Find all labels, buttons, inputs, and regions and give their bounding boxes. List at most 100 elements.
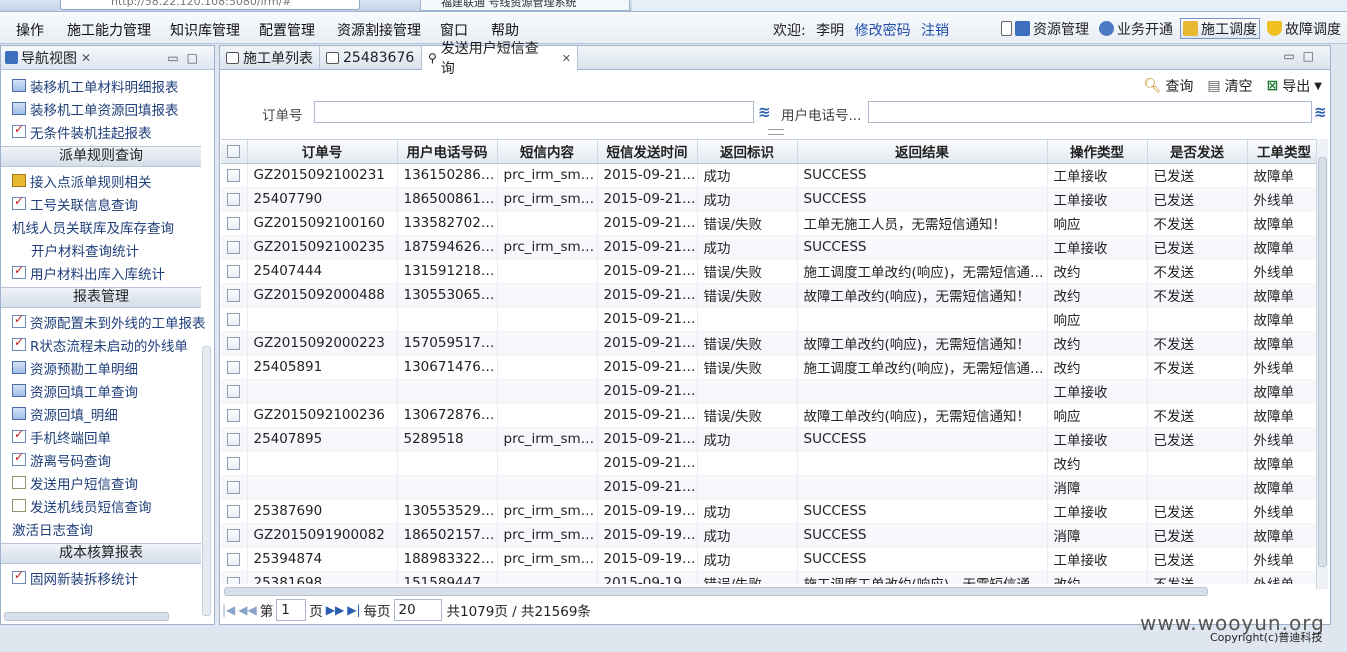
row-checkbox[interactable] — [221, 427, 248, 452]
address-bar[interactable]: http://58.22.120.108:5080/irm/# — [60, 0, 360, 10]
column-header[interactable]: 订单号 — [247, 140, 398, 164]
column-header[interactable]: 是否发送 — [1147, 140, 1248, 164]
row-checkbox[interactable] — [221, 235, 248, 260]
tab-construction-list[interactable]: 施工单列表 — [220, 46, 320, 70]
row-checkbox[interactable] — [221, 499, 248, 524]
browser-tab[interactable]: 福建联通 号线资源管理系统 — [420, 0, 630, 11]
table-row[interactable]: 254078955289518prc_irm_sms_i...2015-09-2… — [221, 427, 1317, 452]
menu-config[interactable]: 配置管理 — [259, 20, 315, 40]
grid-horizontal-scrollbar[interactable] — [224, 587, 1208, 596]
column-header[interactable]: 短信发送时间 — [597, 140, 698, 164]
resource-mgmt-button[interactable]: 资源管理 — [998, 18, 1092, 39]
page-input[interactable]: 1 — [276, 599, 307, 621]
table-row[interactable]: GZ201509190008218650215737prc_irm_sms_i.… — [221, 523, 1317, 548]
table-row[interactable]: 2538769013055352969prc_irm_sms_i...2015-… — [221, 499, 1317, 524]
row-checkbox[interactable] — [221, 523, 248, 548]
row-checkbox[interactable] — [221, 403, 248, 428]
operator-icon[interactable]: ≋ — [758, 103, 771, 121]
next-page-icon[interactable]: ▶▶ — [326, 603, 344, 617]
column-header[interactable]: 用户电话号码 — [397, 140, 498, 164]
table-row[interactable]: GZ2015092100236 13067287699 2015-09-21 ...… — [221, 403, 1317, 428]
column-header[interactable]: 操作类型 — [1047, 140, 1148, 164]
row-checkbox[interactable] — [221, 571, 248, 584]
row-checkbox[interactable] — [221, 475, 248, 500]
menu-knowledge[interactable]: 知识库管理 — [170, 20, 240, 40]
table-row[interactable]: GZ201509210023113615028639prc_irm_sms_i.… — [221, 163, 1317, 188]
table-row[interactable]: 25405891 13067147688 2015-09-21 ... 错误/失败 施工… — [221, 355, 1317, 380]
row-checkbox[interactable] — [221, 163, 248, 188]
nav-item[interactable]: 资源回填工单查询 — [1, 379, 214, 402]
service-open-button[interactable]: 业务开通 — [1096, 18, 1176, 39]
row-checkbox[interactable] — [221, 259, 248, 284]
table-row[interactable]: GZ2015092000223 15705951729 2015-09-21 ...… — [221, 331, 1317, 356]
scroll-thumb[interactable] — [1318, 157, 1327, 567]
clear-button[interactable]: ▤ 清空 — [1207, 76, 1252, 96]
per-page-input[interactable]: 20 — [393, 599, 442, 621]
column-header[interactable]: 工单类型 — [1247, 140, 1317, 164]
table-row[interactable]: 2015-09-21 ... 工单接收 故障单 — [221, 379, 1317, 404]
nav-item[interactable]: 装移机工单资源回填报表 — [1, 97, 214, 120]
row-checkbox[interactable] — [221, 547, 248, 572]
row-checkbox[interactable] — [221, 187, 248, 212]
select-all-checkbox[interactable] — [221, 140, 248, 164]
column-header[interactable]: 返回结果 — [797, 140, 1048, 164]
nav-item[interactable]: 装移机工单材料明细报表 — [1, 74, 214, 97]
nav-horizontal-scrollbar[interactable] — [4, 612, 169, 621]
user-phone-input[interactable] — [868, 101, 1312, 123]
menu-help[interactable]: 帮助 — [491, 20, 519, 40]
row-checkbox[interactable] — [221, 355, 248, 380]
table-row[interactable]: 2015-09-21 ... 消障 故障单 — [221, 475, 1317, 500]
prev-page-icon[interactable]: ◀◀ — [238, 603, 256, 617]
nav-item[interactable]: R状态流程未启动的外线单 — [1, 333, 214, 356]
change-password-link[interactable]: 修改密码 — [855, 23, 911, 39]
row-checkbox[interactable] — [221, 331, 248, 356]
row-checkbox[interactable] — [221, 283, 248, 308]
nav-item[interactable]: 用户材料出库入库统计 — [1, 261, 214, 284]
nav-section-dispatch-rules[interactable]: 派单规则查询 — [1, 146, 201, 167]
nav-vertical-scrollbar[interactable] — [202, 346, 211, 616]
row-checkbox[interactable] — [221, 379, 248, 404]
nav-item[interactable]: 接入点派单规则相关 — [1, 169, 214, 192]
table-row[interactable]: 2015-09-21 ... 响应 故障单 — [221, 307, 1317, 332]
nav-item[interactable]: 开户材料查询统计 — [1, 238, 214, 261]
menu-cutover[interactable]: 资源割接管理 — [337, 20, 421, 40]
first-page-icon[interactable]: |◀ — [222, 603, 235, 617]
close-icon[interactable]: ✕ — [81, 51, 91, 65]
query-button[interactable]: 🔍︎ 查询 — [1144, 76, 1194, 96]
nav-section-cost[interactable]: 成本核算报表 — [1, 543, 201, 564]
nav-item[interactable]: 无条件装机挂起报表 — [1, 120, 214, 143]
table-row[interactable]: 2539487418898332288prc_irm_sms_i...2015-… — [221, 547, 1317, 572]
column-header[interactable]: 短信内容 — [497, 140, 598, 164]
nav-item[interactable]: 手机终端回单 — [1, 425, 214, 448]
table-row[interactable]: 25407444 13159121861 2015-09-21 ... 错误/失败 施工… — [221, 259, 1317, 284]
nav-item[interactable]: 工号关联信息查询 — [1, 192, 214, 215]
nav-item[interactable]: 发送用户短信查询 — [1, 471, 214, 494]
last-page-icon[interactable]: ▶| — [347, 603, 360, 617]
table-row[interactable]: 2538169815158944776 2015-09-19 ...错误/失败施工… — [221, 571, 1317, 584]
table-row[interactable]: GZ201509210023518759462653prc_irm_sms_i.… — [221, 235, 1317, 260]
operator-icon[interactable]: ≋ — [1314, 103, 1327, 121]
menu-operate[interactable]: 操作 — [16, 20, 44, 40]
row-checkbox[interactable] — [221, 451, 248, 476]
close-icon[interactable]: ✕ — [562, 52, 571, 65]
nav-section-report-mgmt[interactable]: 报表管理 — [1, 287, 201, 308]
table-row[interactable]: 2015-09-21 ... 改约 故障单 — [221, 451, 1317, 476]
logout-link[interactable]: 注销 — [921, 23, 949, 39]
order-number-input[interactable] — [314, 101, 754, 123]
nav-item[interactable]: 资源预勘工单明细 — [1, 356, 214, 379]
nav-item[interactable]: 机线人员关联库及库存查询 — [1, 215, 214, 238]
table-row[interactable]: GZ2015092100160 13358270260 2015-09-21 ...… — [221, 211, 1317, 236]
row-checkbox[interactable] — [221, 211, 248, 236]
panel-window-controls[interactable]: ▭□ — [1283, 49, 1322, 63]
menu-window[interactable]: 窗口 — [440, 20, 468, 40]
nav-item[interactable]: 资源配置未到外线的工单报表 — [1, 310, 214, 333]
nav-item[interactable]: 激活日志查询 — [1, 517, 214, 540]
tab-order-25483676[interactable]: 25483676 — [320, 46, 422, 70]
grid-vertical-scrollbar[interactable] — [1316, 139, 1328, 589]
nav-item[interactable]: 游离号码查询 — [1, 448, 214, 471]
panel-window-controls[interactable]: ▭□ — [167, 51, 206, 65]
column-header[interactable]: 返回标识 — [697, 140, 798, 164]
nav-item[interactable]: 发送机线员短信查询 — [1, 494, 214, 517]
nav-item[interactable]: 资源回填_明细 — [1, 402, 214, 425]
splitter-handle[interactable] — [768, 129, 784, 135]
